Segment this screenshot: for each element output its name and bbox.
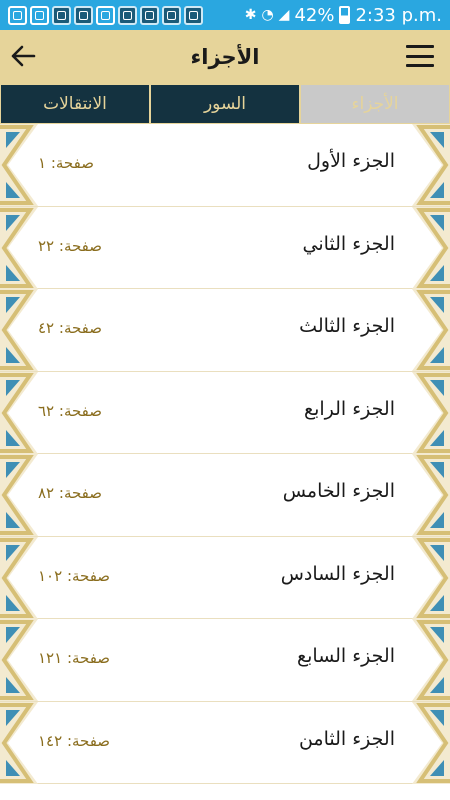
tab-parts[interactable]: الأجزاء xyxy=(300,84,450,124)
app-notification-icon xyxy=(184,5,203,25)
ornament-right-icon xyxy=(412,619,450,701)
system-status: ✱ ◔ ◢ 42% 2:33 p.m. xyxy=(245,0,442,30)
part-name: الجزء الخامس xyxy=(282,480,395,502)
ornament-left-icon xyxy=(0,701,38,784)
part-page: صفحة: ١٢١ xyxy=(38,649,111,667)
ornament-right-icon xyxy=(412,371,450,454)
tab-surahs[interactable]: السور xyxy=(150,84,300,124)
part-page: صفحة: ١٤٢ xyxy=(38,731,111,750)
clock: 2:33 p.m. xyxy=(355,4,442,26)
page-title: الأجزاء xyxy=(190,45,260,69)
app-notification-icon xyxy=(162,5,181,25)
part-name: الجزء السادس xyxy=(280,562,395,585)
message-icon xyxy=(8,5,27,25)
list-item[interactable]: الجزء السادس صفحة: ١٠٢ xyxy=(0,536,450,619)
ornament-right-icon xyxy=(412,206,450,289)
app-notification-icon xyxy=(118,5,137,25)
ornament-right-icon xyxy=(412,454,450,536)
app-notification-icon xyxy=(140,5,159,25)
notification-icons xyxy=(0,5,203,25)
ornament-left-icon xyxy=(0,371,38,454)
app-notification-icon xyxy=(52,5,71,25)
list-item[interactable]: الجزء الثالث صفحة: ٤٢ xyxy=(0,289,450,372)
part-name: الجزء الثاني xyxy=(302,232,395,255)
list-item[interactable]: الجزء الثامن صفحة: ١٤٢ xyxy=(0,701,450,784)
status-bar: ✱ ◔ ◢ 42% 2:33 p.m. xyxy=(0,0,450,30)
part-page: صفحة: ١٠٢ xyxy=(38,566,111,585)
ornament-left-icon xyxy=(0,124,38,206)
signal-icon: ◢ xyxy=(278,7,290,23)
list-item[interactable]: الجزء الرابع صفحة: ٦٢ xyxy=(0,371,450,454)
part-name: الجزء السابع xyxy=(297,645,395,667)
app-bar: الأجزاء xyxy=(0,30,450,84)
battery-percent: 42% xyxy=(294,4,335,26)
menu-icon[interactable] xyxy=(406,45,434,67)
wifi-icon: ◔ xyxy=(261,7,274,23)
bluetooth-icon: ✱ xyxy=(244,7,257,23)
list-item[interactable]: الجزء الأول صفحة: ١ xyxy=(0,124,450,207)
back-arrow-icon[interactable] xyxy=(10,43,36,69)
part-page: صفحة: ٢٢ xyxy=(38,236,102,255)
part-page: صفحة: ٤٢ xyxy=(38,319,102,337)
gallery-icon xyxy=(30,5,49,25)
download-icon xyxy=(96,5,115,25)
list-item[interactable]: الجزء السابع صفحة: ١٢١ xyxy=(0,619,450,702)
ornament-left-icon xyxy=(0,454,38,536)
ornament-right-icon xyxy=(412,701,450,784)
tab-bar: الانتقالات السور الأجزاء xyxy=(0,84,450,124)
battery-icon xyxy=(339,6,351,24)
part-page: صفحة: ٨٢ xyxy=(38,484,102,502)
list-item[interactable]: الجزء الثاني صفحة: ٢٢ xyxy=(0,206,450,289)
ornament-right-icon xyxy=(412,289,450,371)
part-name: الجزء الأول xyxy=(307,150,395,172)
ornament-left-icon xyxy=(0,289,38,371)
ornament-left-icon xyxy=(0,619,38,701)
list-item[interactable]: الجزء الخامس صفحة: ٨٢ xyxy=(0,454,450,537)
ornament-right-icon xyxy=(412,536,450,619)
ornament-left-icon xyxy=(0,536,38,619)
part-name: الجزء الثامن xyxy=(298,727,395,750)
part-page: صفحة: ١ xyxy=(38,154,94,172)
ornament-left-icon xyxy=(0,206,38,289)
parts-list: الجزء الأول صفحة: ١ الجزء الثاني صفحة: ٢٢ ال… xyxy=(0,124,450,800)
part-name: الجزء الثالث xyxy=(299,315,395,337)
tab-transitions[interactable]: الانتقالات xyxy=(0,84,150,124)
ornament-right-icon xyxy=(412,124,450,206)
part-name: الجزء الرابع xyxy=(303,397,395,420)
app-notification-icon xyxy=(74,5,93,25)
part-page: صفحة: ٦٢ xyxy=(38,401,102,420)
